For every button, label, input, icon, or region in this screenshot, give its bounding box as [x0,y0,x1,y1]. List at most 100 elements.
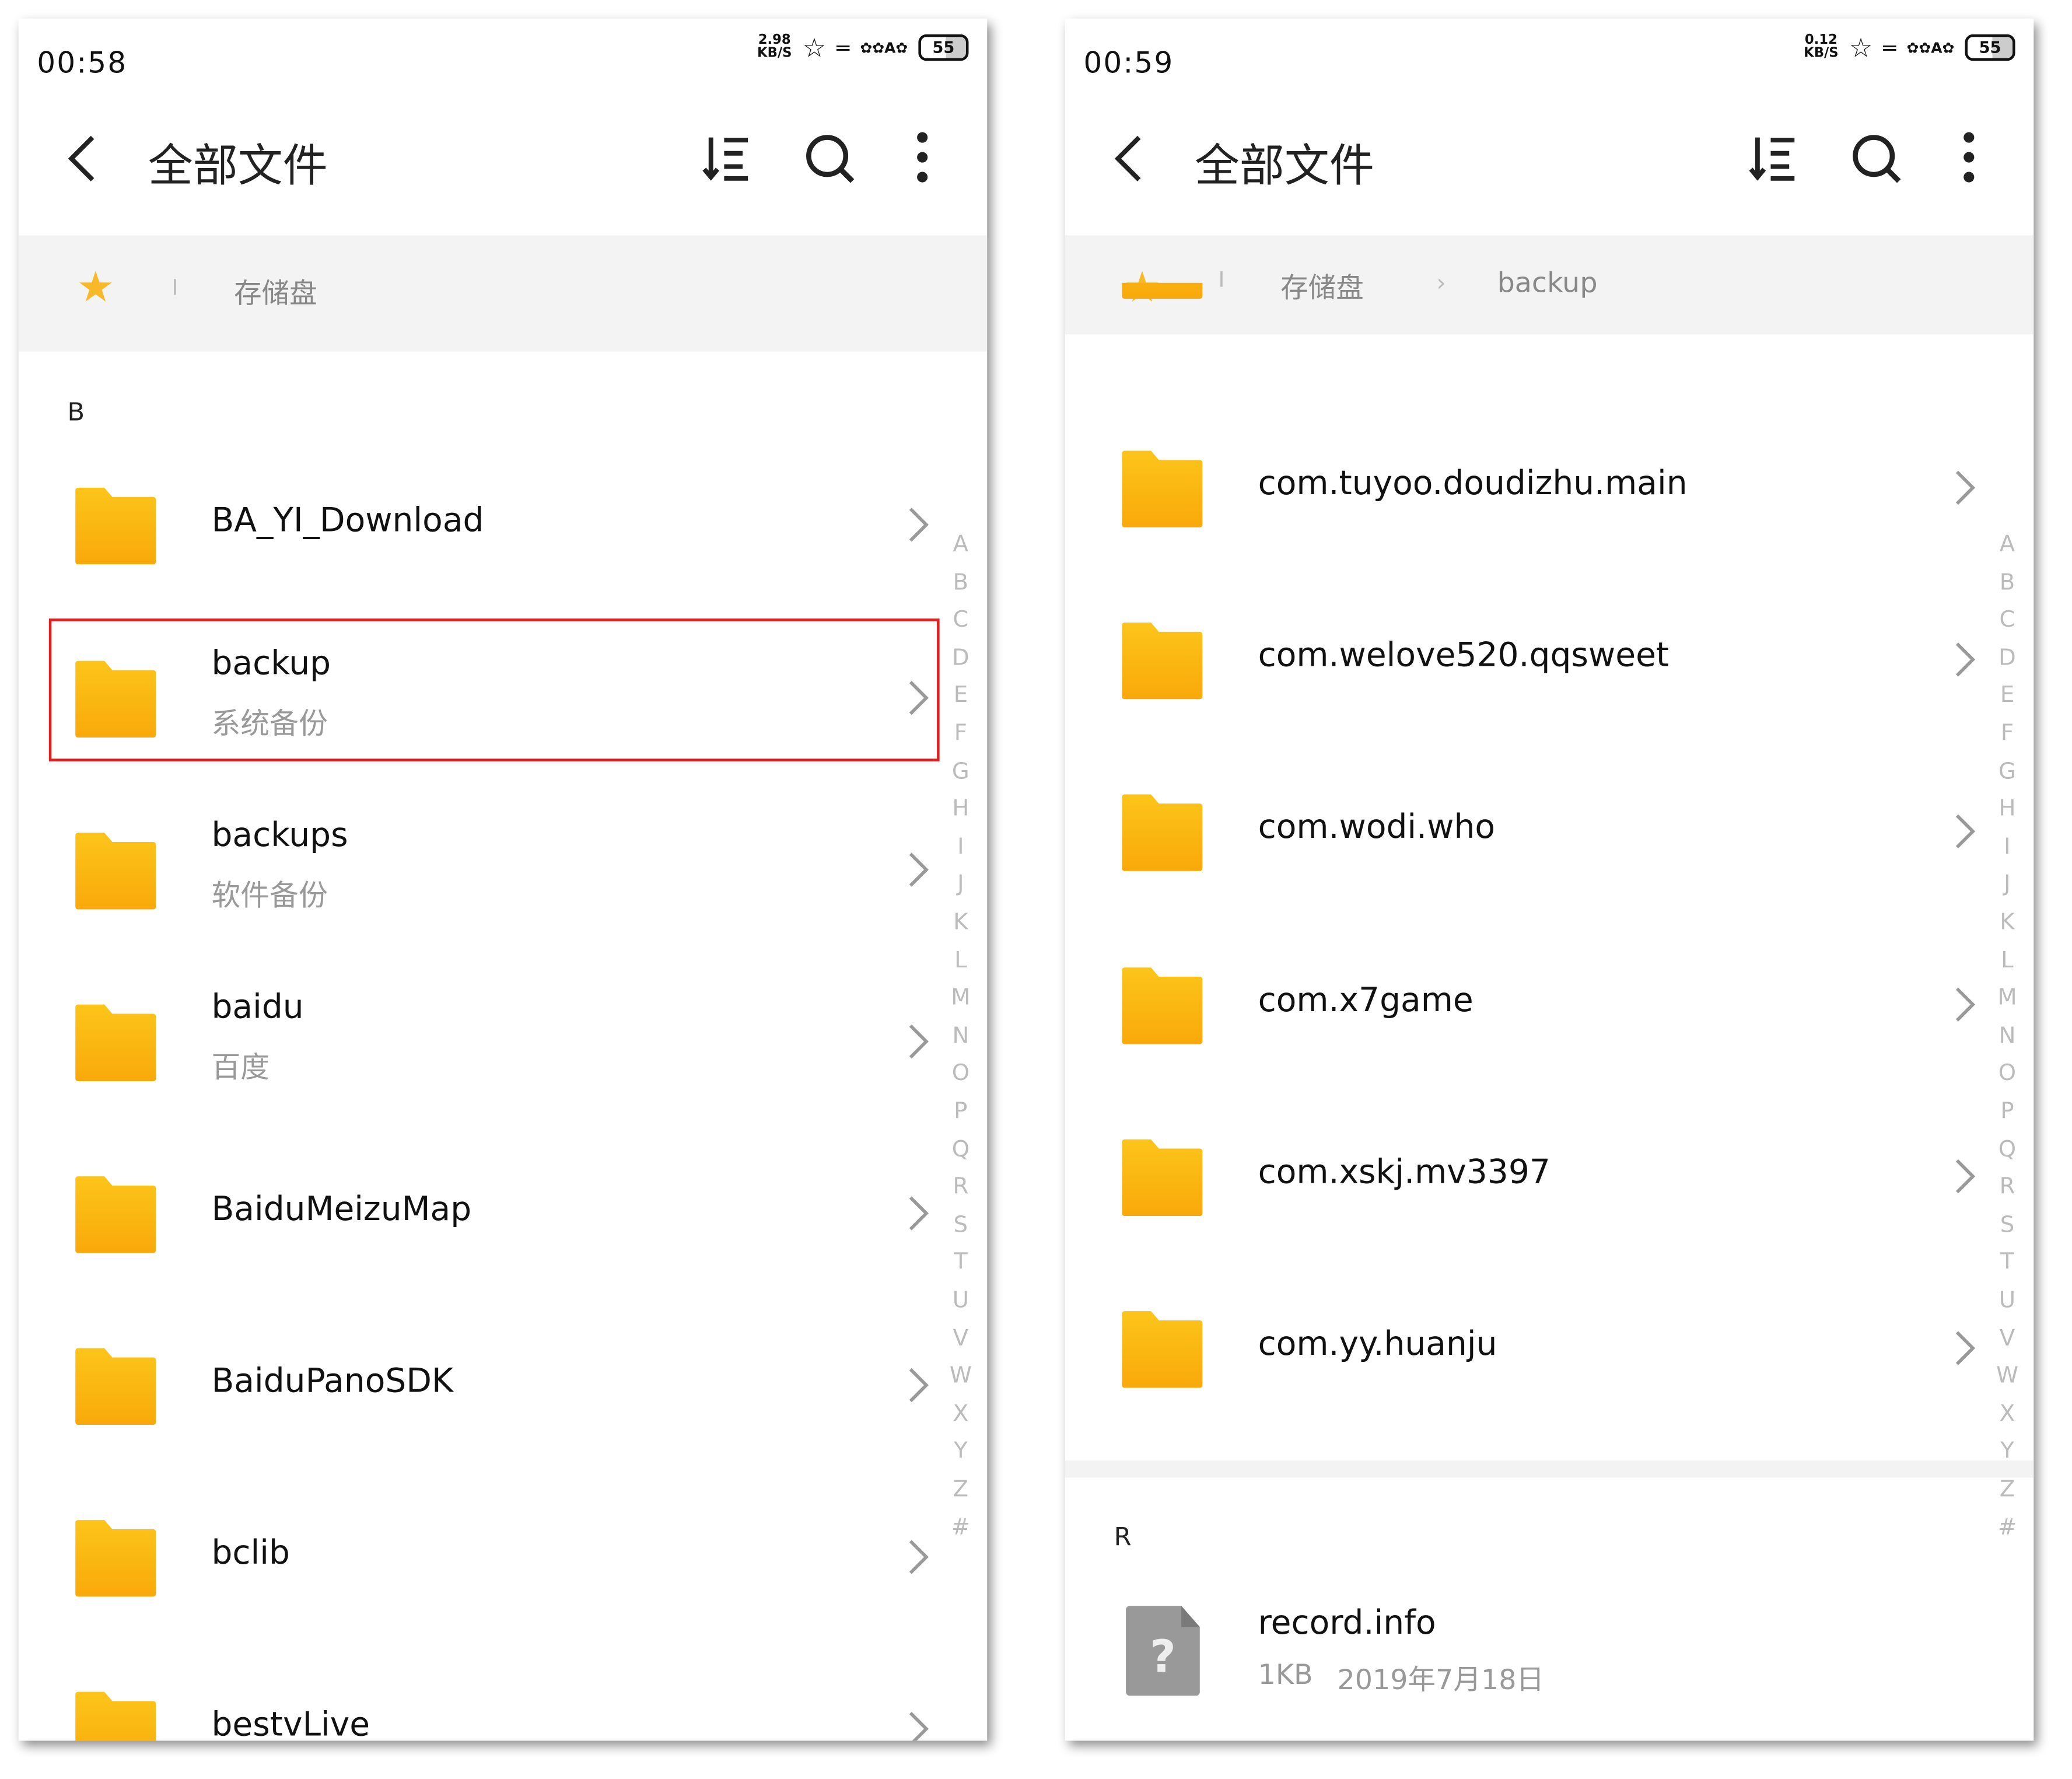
folder-icon [75,658,156,738]
section-header-r: R [1114,1522,1132,1552]
more-menu-button[interactable] [1943,132,1996,186]
network-speed: 0.12 KB/S [1804,34,1838,61]
folder-name: bclib [211,1533,290,1572]
back-button[interactable] [1105,132,1158,186]
battery-icon: 55 [1965,34,2015,61]
folder-row[interactable]: backup 系统备份 [19,612,987,784]
folder-icon [75,1689,156,1741]
chevron-right-icon [1953,813,1977,850]
status-icons: 2.98 KB/S ☆ ═ ✿✿A✿ 55 [757,32,969,64]
chevron-right-icon [1953,986,1977,1023]
folder-icon [1122,282,1203,352]
sort-button[interactable] [701,132,754,186]
folder-name: com.yy.huanju [1258,1324,1497,1363]
speed-value: 0.12 [1804,33,1838,48]
folder-icon [1122,792,1203,871]
search-button[interactable] [803,132,856,186]
folder-name: BaiduMeizuMap [211,1189,472,1228]
speed-unit: KB/S [757,46,792,61]
file-size: 1KB [1258,1658,1313,1691]
file-name: record.info [1258,1603,1436,1642]
speed-value: 2.98 [758,33,791,48]
chevron-right-icon [1953,641,1977,678]
signal-icon: ═ [836,35,850,61]
star-status-icon: ☆ [1849,32,1873,64]
breadcrumb-bar: ★I存储盘›backup [1065,235,2034,335]
alphabet-index-hash[interactable]: # [1994,1514,2020,1540]
chevron-right-icon [1953,1330,1977,1366]
breadcrumb-bar: ★ I 存储盘 [18,235,988,352]
folder-icon [75,485,156,565]
chevron-right-icon [907,679,930,716]
folder-icon [75,1002,156,1082]
folder-icon [75,1345,156,1425]
speed-unit: KB/S [1804,46,1839,61]
signal-icon: ═ [1883,35,1896,61]
unknown-file-icon: ? [1126,1606,1200,1701]
search-button[interactable] [1850,132,1903,186]
folder-icon [1122,620,1203,700]
chevron-right-icon [1953,469,1977,506]
right-screen: 00:590.12KB/S☆═✿✿A✿55全部文件★I存储盘›backupABC… [1065,18,2034,1741]
folder-name: BA_YI_Download [211,501,484,540]
folder-row[interactable]: BaiduMeizuMap [19,1127,987,1299]
chevron-right-icon [907,1539,930,1575]
page-title: 全部文件 [148,140,328,193]
folder-name: baidu [211,987,304,1026]
status-time: 00:59 [1083,47,1174,81]
page-title: 全部文件 [1194,140,1374,193]
folder-row[interactable]: BaiduPanoSDK [19,1299,987,1471]
folder-row[interactable]: baidu 百度 [19,956,987,1127]
svg-text:?: ? [1150,1631,1176,1683]
breadcrumb-separator: I [172,275,178,300]
folder-name: com.welove520.qqsweet [1258,635,1670,674]
folder-row[interactable]: backups 软件备份 [19,784,987,955]
file-row[interactable]: ? record.info 1KB 2019年7月18日 [1065,1564,2034,1735]
folder-description: 系统备份 [211,708,328,742]
status-icons: 0.12 KB/S ☆ ═ ✿✿A✿ 55 [1804,32,2015,64]
folder-row[interactable]: com.welove520.qqsweet [1065,574,2034,745]
alphabet-index-z[interactable]: Z [1994,1476,2020,1502]
folder-icon [75,1518,156,1597]
folder-name: BaiduPanoSDK [211,1361,454,1400]
section-divider [1065,1460,2034,1478]
breadcrumb-item[interactable]: 存储盘 [1280,267,1364,307]
folder-name: backups [211,815,348,854]
file-date: 2019年7月18日 [1337,1664,1545,1696]
sort-button[interactable] [1747,132,1800,186]
folder-icon [1122,1137,1203,1217]
section-header-b: B [67,397,85,427]
folder-row[interactable]: bestvLive [19,1643,987,1741]
breadcrumb-chevron-icon: › [1436,270,1446,298]
chevron-right-icon [907,1195,930,1232]
battery-icon: 55 [918,34,969,61]
back-button[interactable] [58,132,111,186]
folder-row[interactable]: bclib [19,1471,987,1642]
folder-icon [75,1174,156,1253]
chevron-right-icon [907,1710,930,1741]
folder-icon [1122,1309,1203,1388]
folder-name: com.tuyoo.doudizhu.main [1258,464,1688,502]
folder-row[interactable]: com.wodi.who [1065,746,2034,917]
folder-row[interactable]: com.xskj.mv3397 [1065,1091,2034,1262]
folder-row[interactable]: com.tuyoo.doudizhu.main [1065,402,2034,574]
carrier-logo-icon: ✿✿A✿ [1906,39,1955,57]
folder-name: bestvLive [211,1705,370,1741]
folder-name: com.x7game [1258,980,1474,1019]
star-status-icon: ☆ [802,32,827,64]
chevron-right-icon [1953,1158,1977,1194]
folder-row[interactable]: com.x7game [1065,918,2034,1090]
more-menu-button[interactable] [896,132,949,186]
chevron-right-icon [907,1366,930,1403]
folder-name: backup [211,644,331,682]
breadcrumb-item[interactable]: 存储盘 [234,272,317,312]
folder-row[interactable]: BA_YI_Download [19,439,987,610]
folder-icon [1122,965,1203,1044]
breadcrumb-item[interactable]: backup [1497,267,1598,299]
folder-row[interactable]: com.yy.huanju [1065,1262,2034,1434]
chevron-right-icon [907,851,930,888]
status-time: 00:58 [37,47,128,81]
folder-description: 百度 [211,1052,270,1085]
favorites-star-icon[interactable]: ★ [76,262,114,312]
folder-name: com.xskj.mv3397 [1258,1152,1550,1191]
